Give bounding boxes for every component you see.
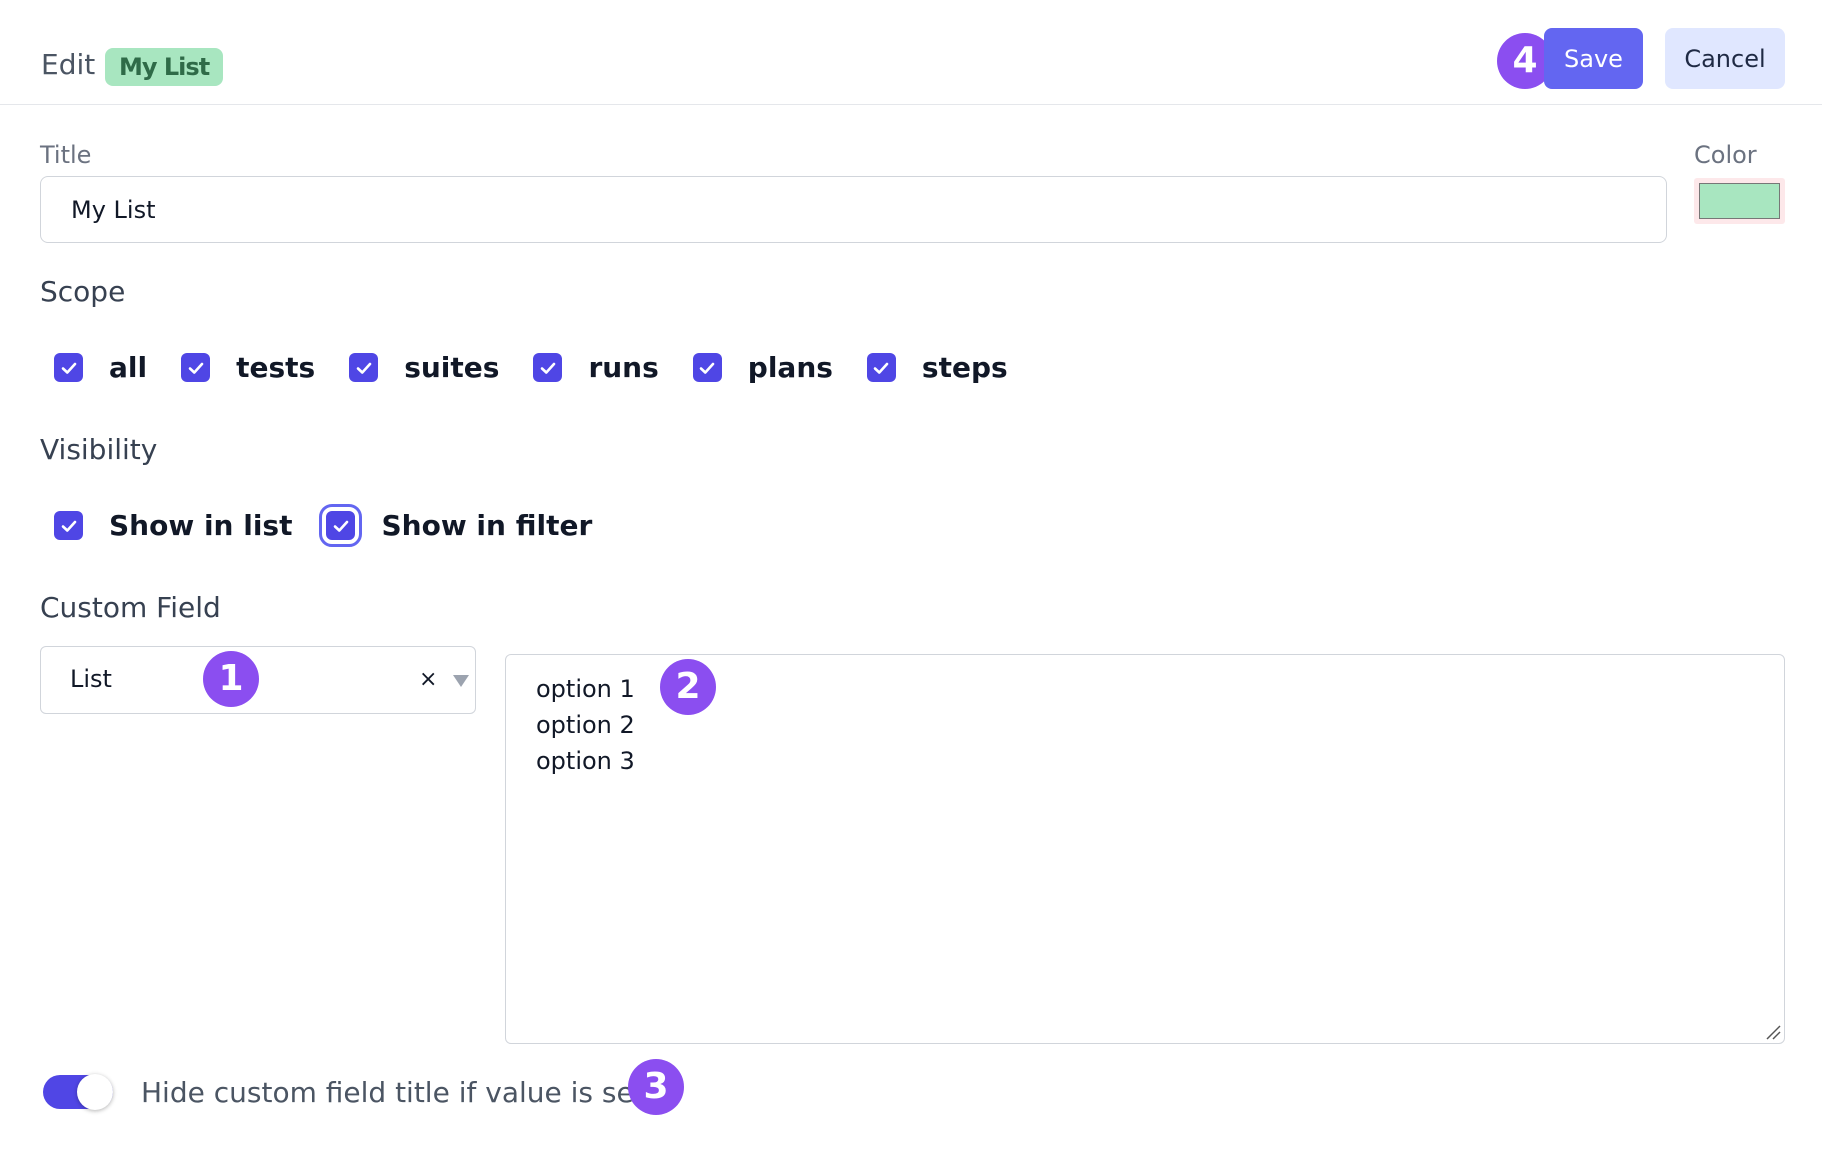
edit-label-page: Edit My List 4 Save Cancel Title Color S… [0,0,1822,1158]
scope-label-suites: suites [404,351,500,384]
scope-label-runs: runs [588,351,659,384]
custom-field-type-value: List [70,665,112,693]
check-icon [540,362,556,374]
custom-field-label: Custom Field [40,591,221,624]
scope-label: Scope [40,275,126,308]
clear-icon[interactable]: × [419,667,437,692]
check-icon [356,362,371,374]
save-button[interactable]: Save [1544,28,1643,89]
color-label: Color [1694,141,1757,169]
scope-item-runs[interactable]: runs [533,351,659,384]
title-badge: My List [105,48,224,86]
hide-title-label: Hide custom field title if value is set [141,1076,645,1109]
visibility-label: Visibility [40,433,158,466]
toggle-knob [77,1074,113,1110]
check-icon [699,362,715,374]
scope-label-all: all [109,351,148,384]
scope-item-plans[interactable]: plans [692,351,833,384]
checkbox-checked[interactable] [54,353,83,382]
scope-item-tests[interactable]: tests [181,351,315,384]
check-icon [188,362,203,374]
dropdown-arrow-icon[interactable] [453,675,469,687]
checkbox-checked[interactable] [533,353,563,382]
scope-label-tests: tests [236,351,316,384]
option-line: option 2 [536,711,635,739]
callout-marker-2: 2 [660,659,716,715]
title-label: Title [40,141,92,169]
title-input[interactable] [40,176,1667,243]
check-icon [61,520,76,532]
checkbox-checked[interactable] [866,353,896,382]
resize-handle-icon[interactable] [1764,1023,1782,1041]
check-icon [61,362,76,374]
scope-item-all[interactable]: all [54,351,147,384]
visibility-item-show-in-list[interactable]: Show in list [54,509,292,542]
visibility-label-show-in-filter: Show in filter [381,509,593,542]
hide-title-toggle[interactable] [43,1074,113,1110]
callout-marker-3: 3 [628,1059,684,1115]
scope-checkbox-group: all tests suites runs plans steps [54,351,1042,384]
callout-marker-1: 1 [203,651,259,707]
scope-label-plans: plans [747,351,833,384]
cancel-button[interactable]: Cancel [1665,28,1785,89]
header-bar: Edit My List 4 Save Cancel [0,0,1822,105]
scope-item-suites[interactable]: suites [349,351,499,384]
checkbox-checked[interactable] [181,353,211,382]
checkbox-checked[interactable] [54,511,83,540]
checkbox-checked-focused[interactable] [319,504,363,547]
option-line: option 1 [536,675,635,703]
checkbox-checked[interactable] [349,353,379,382]
checkbox-checked[interactable] [692,353,722,382]
scope-item-steps[interactable]: steps [866,351,1008,384]
edit-label: Edit [41,48,96,81]
option-line: option 3 [536,747,635,775]
visibility-label-show-in-list: Show in list [109,509,293,542]
visibility-item-show-in-filter[interactable]: Show in filter [319,504,593,547]
scope-label-steps: steps [921,351,1008,384]
visibility-checkbox-group: Show in list Show in filter [54,504,626,547]
color-swatch-fill [1699,183,1780,219]
check-icon [333,520,349,532]
color-picker[interactable] [1694,178,1785,224]
check-icon [874,362,889,374]
